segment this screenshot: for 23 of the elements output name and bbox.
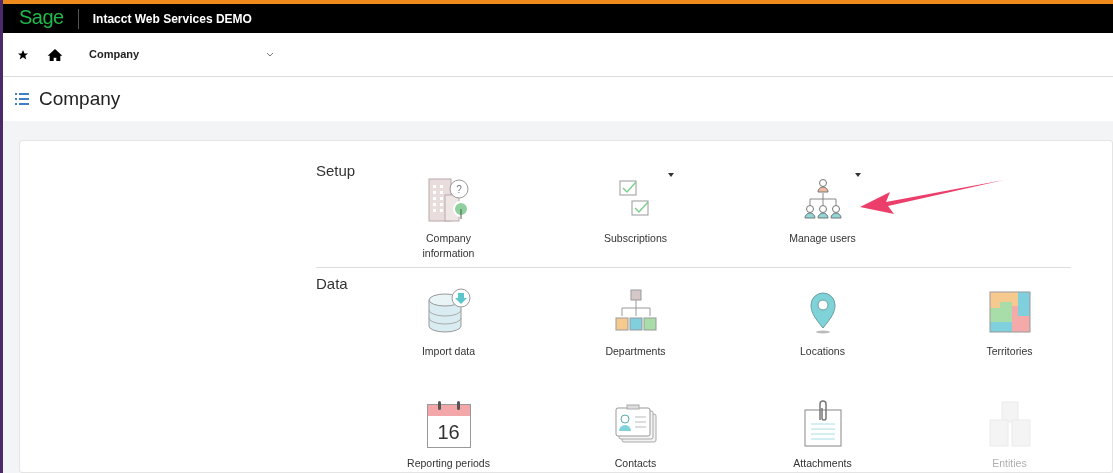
caret-icon[interactable] bbox=[667, 173, 674, 177]
tile-label[interactable]: Reporting periods bbox=[407, 456, 490, 471]
tile-label[interactable]: Territories bbox=[986, 344, 1033, 359]
section-title: Data bbox=[316, 275, 348, 293]
section-title: Setup bbox=[316, 162, 356, 180]
chevron-down-icon[interactable] bbox=[266, 52, 274, 57]
tile-label[interactable]: Import data bbox=[421, 344, 476, 359]
tile-label[interactable]: Departments bbox=[605, 344, 666, 359]
caret-icon[interactable] bbox=[854, 173, 861, 177]
page-title: Company bbox=[39, 86, 121, 111]
calendar-icon: 16 bbox=[426, 404, 471, 448]
tile-label[interactable]: Attachments bbox=[793, 456, 852, 471]
logo[interactable]: Sage bbox=[19, 2, 64, 35]
app-title: Intacct Web Services DEMO bbox=[92, 10, 252, 28]
home-icon[interactable] bbox=[47, 47, 63, 62]
module-dropdown[interactable]: Company bbox=[89, 46, 274, 63]
tile-label[interactable]: Locations bbox=[800, 344, 845, 359]
tile-label[interactable]: Contacts bbox=[614, 456, 657, 471]
tile-label[interactable]: Manage users bbox=[789, 231, 856, 246]
star-icon[interactable] bbox=[17, 48, 29, 61]
list-icon[interactable] bbox=[15, 93, 29, 105]
tile-label[interactable]: Company information bbox=[402, 231, 495, 261]
tile-label[interactable]: Subscriptions bbox=[604, 231, 667, 246]
